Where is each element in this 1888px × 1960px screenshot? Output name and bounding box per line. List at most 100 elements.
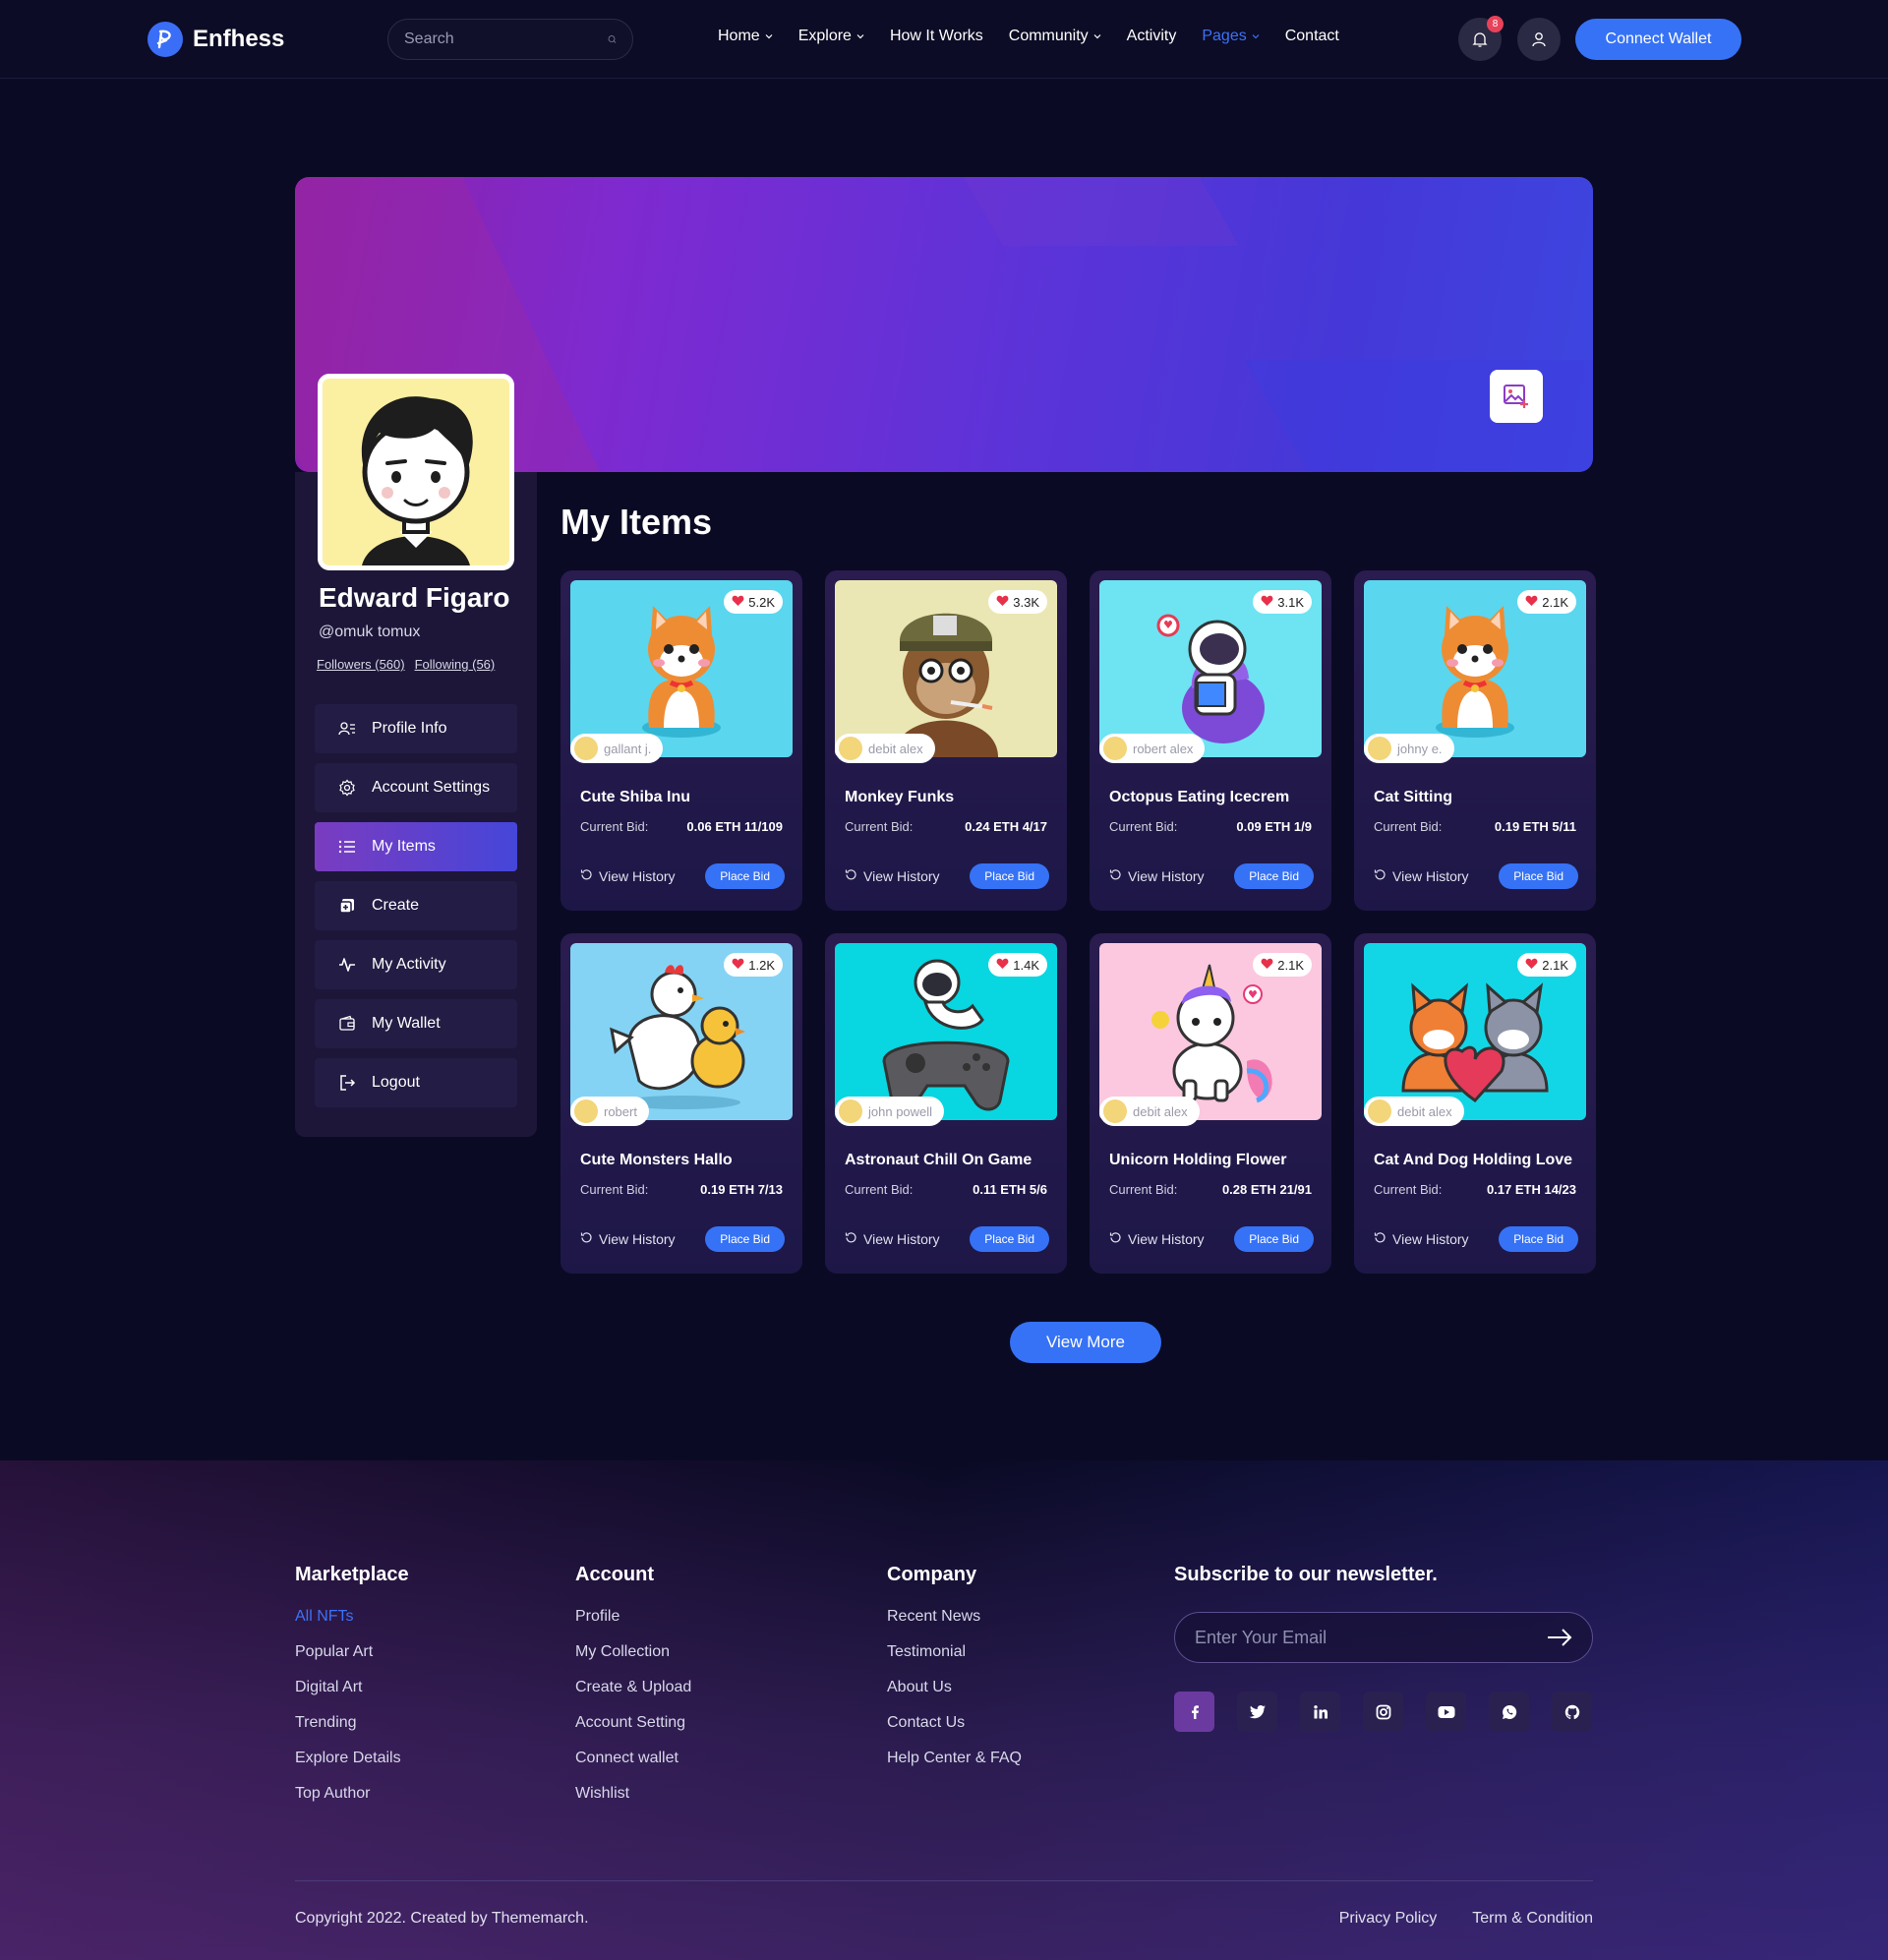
nft-title[interactable]: Cat Sitting: [1374, 789, 1452, 806]
sidebar-item-logout[interactable]: Logout: [315, 1058, 517, 1107]
footer-link[interactable]: Profile: [575, 1608, 691, 1627]
sidebar-item-my-activity[interactable]: My Activity: [315, 940, 517, 989]
footer-link[interactable]: Top Author: [295, 1785, 409, 1804]
view-history-link[interactable]: View History: [580, 868, 676, 884]
user-account-button[interactable]: [1517, 18, 1561, 61]
owner-badge[interactable]: debit alex: [1099, 1097, 1200, 1126]
nav-pages[interactable]: Pages: [1202, 28, 1260, 45]
nft-item-card[interactable]: 1.2K robert Cute Monsters Hallo Current Bid…: [560, 933, 802, 1274]
followers-link[interactable]: Followers (560): [317, 657, 405, 672]
sidebar-item-account-settings[interactable]: Account Settings: [315, 763, 517, 812]
nft-title[interactable]: Unicorn Holding Flower: [1109, 1152, 1286, 1169]
github-icon[interactable]: [1552, 1692, 1592, 1732]
nft-item-card[interactable]: 1.4K john powell Astronaut Chill On Game Cu…: [825, 933, 1067, 1274]
place-bid-button[interactable]: Place Bid: [970, 863, 1049, 889]
owner-badge[interactable]: debit alex: [835, 734, 935, 763]
nft-image[interactable]: 2.1K: [1364, 580, 1586, 757]
footer-link[interactable]: Testimonial: [887, 1643, 1022, 1662]
connect-wallet-button[interactable]: Connect Wallet: [1575, 19, 1741, 60]
like-badge[interactable]: 5.2K: [724, 590, 783, 614]
arrow-right-icon[interactable]: [1547, 1628, 1572, 1647]
brand-logo[interactable]: Enfhess: [148, 22, 284, 57]
nft-title[interactable]: Cute Shiba Inu: [580, 789, 690, 806]
nft-image[interactable]: 2.1K: [1364, 943, 1586, 1120]
nft-title[interactable]: Cat And Dog Holding Love: [1374, 1152, 1572, 1169]
view-history-link[interactable]: View History: [580, 1231, 676, 1247]
place-bid-button[interactable]: Place Bid: [1234, 1226, 1314, 1252]
nav-community[interactable]: Community: [1009, 28, 1101, 45]
footer-link[interactable]: Recent News: [887, 1608, 1022, 1627]
profile-avatar[interactable]: [318, 374, 514, 570]
footer-link[interactable]: Wishlist: [575, 1785, 691, 1804]
like-badge[interactable]: 2.1K: [1253, 953, 1312, 977]
nft-image[interactable]: 5.2K: [570, 580, 793, 757]
privacy-policy-link[interactable]: Privacy Policy: [1339, 1910, 1438, 1928]
footer-link[interactable]: Create & Upload: [575, 1679, 691, 1697]
nft-item-card[interactable]: 2.1K johny e. Cat Sitting Current Bid: 0.19 …: [1354, 570, 1596, 911]
footer-link[interactable]: About Us: [887, 1679, 1022, 1697]
view-history-link[interactable]: View History: [1109, 1231, 1205, 1247]
facebook-icon[interactable]: [1174, 1692, 1214, 1732]
nav-how-it-works[interactable]: How It Works: [890, 28, 983, 45]
footer-link[interactable]: Connect wallet: [575, 1750, 691, 1768]
twitter-icon[interactable]: [1237, 1692, 1277, 1732]
owner-badge[interactable]: robert: [570, 1097, 649, 1126]
search-icon[interactable]: [608, 30, 617, 48]
owner-badge[interactable]: robert alex: [1099, 734, 1206, 763]
owner-badge[interactable]: debit alex: [1364, 1097, 1464, 1126]
instagram-icon[interactable]: [1363, 1692, 1403, 1732]
sidebar-item-profile-info[interactable]: Profile Info: [315, 704, 517, 753]
footer-link[interactable]: Trending: [295, 1714, 409, 1733]
footer-link[interactable]: My Collection: [575, 1643, 691, 1662]
footer-link[interactable]: Digital Art: [295, 1679, 409, 1697]
nav-activity[interactable]: Activity: [1127, 28, 1177, 45]
nft-item-card[interactable]: 3.3K debit alex Monkey Funks Current Bid: 0.…: [825, 570, 1067, 911]
owner-badge[interactable]: gallant j.: [570, 734, 664, 763]
nft-item-card[interactable]: 2.1K debit alex Unicorn Holding Flower Curr…: [1090, 933, 1331, 1274]
nft-title[interactable]: Monkey Funks: [845, 789, 954, 806]
view-history-link[interactable]: View History: [845, 868, 940, 884]
view-history-link[interactable]: View History: [845, 1231, 940, 1247]
youtube-icon[interactable]: [1426, 1692, 1466, 1732]
footer-link[interactable]: Explore Details: [295, 1750, 409, 1768]
place-bid-button[interactable]: Place Bid: [1499, 863, 1578, 889]
nav-contact[interactable]: Contact: [1285, 28, 1339, 45]
place-bid-button[interactable]: Place Bid: [970, 1226, 1049, 1252]
change-cover-button[interactable]: [1490, 370, 1543, 423]
newsletter-email-input[interactable]: [1195, 1627, 1547, 1648]
nft-title[interactable]: Astronaut Chill On Game: [845, 1152, 1032, 1169]
notifications-button[interactable]: 8: [1458, 16, 1504, 61]
whatsapp-icon[interactable]: [1489, 1692, 1529, 1732]
place-bid-button[interactable]: Place Bid: [1499, 1226, 1578, 1252]
nft-image[interactable]: 2.1K: [1099, 943, 1322, 1120]
following-link[interactable]: Following (56): [415, 657, 496, 672]
place-bid-button[interactable]: Place Bid: [1234, 863, 1314, 889]
footer-link[interactable]: Help Center & FAQ: [887, 1750, 1022, 1768]
like-badge[interactable]: 2.1K: [1517, 590, 1576, 614]
nft-item-card[interactable]: 5.2K gallant j. Cute Shiba Inu Current Bid:…: [560, 570, 802, 911]
sidebar-item-my-items[interactable]: My Items: [315, 822, 517, 871]
nft-item-card[interactable]: 3.1K robert alex Octopus Eating Icecrem Cur…: [1090, 570, 1331, 911]
view-history-link[interactable]: View History: [1374, 1231, 1469, 1247]
owner-badge[interactable]: john powell: [835, 1097, 945, 1126]
view-history-link[interactable]: View History: [1374, 868, 1469, 884]
nft-image[interactable]: 3.1K: [1099, 580, 1322, 757]
nav-home[interactable]: Home: [718, 28, 773, 45]
search-input[interactable]: [404, 30, 608, 48]
view-history-link[interactable]: View History: [1109, 868, 1205, 884]
nft-image[interactable]: 1.4K: [835, 943, 1057, 1120]
footer-link[interactable]: All NFTs: [295, 1608, 409, 1627]
sidebar-item-create[interactable]: Create: [315, 881, 517, 930]
footer-link[interactable]: Account Setting: [575, 1714, 691, 1733]
nft-image[interactable]: 1.2K: [570, 943, 793, 1120]
nav-explore[interactable]: Explore: [798, 28, 864, 45]
like-badge[interactable]: 3.1K: [1253, 590, 1312, 614]
owner-badge[interactable]: johny e.: [1364, 734, 1454, 763]
terms-link[interactable]: Term & Condition: [1472, 1910, 1593, 1928]
like-badge[interactable]: 1.2K: [724, 953, 783, 977]
view-more-button[interactable]: View More: [1010, 1322, 1161, 1363]
footer-link[interactable]: Contact Us: [887, 1714, 1022, 1733]
search-box[interactable]: [387, 19, 633, 60]
like-badge[interactable]: 1.4K: [988, 953, 1047, 977]
nft-title[interactable]: Octopus Eating Icecrem: [1109, 789, 1289, 806]
